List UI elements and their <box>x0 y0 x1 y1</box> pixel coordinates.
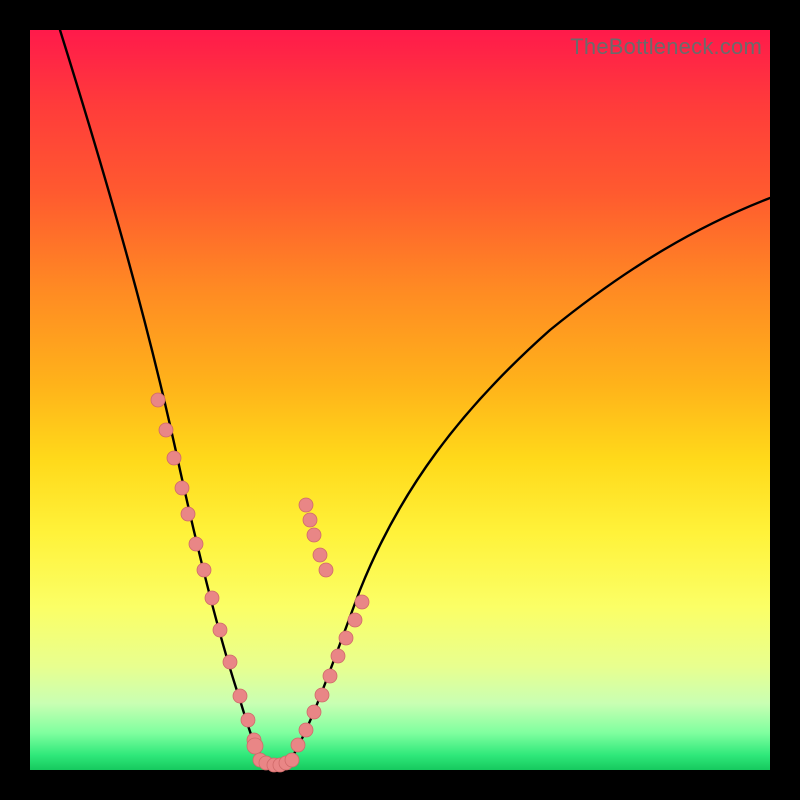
plot-area: TheBottleneck.com <box>30 30 770 770</box>
right-curve <box>288 198 770 764</box>
chart-frame: TheBottleneck.com <box>0 0 800 800</box>
left-curve <box>60 30 270 764</box>
chart-svg <box>30 30 770 770</box>
marker-dots <box>151 393 369 772</box>
